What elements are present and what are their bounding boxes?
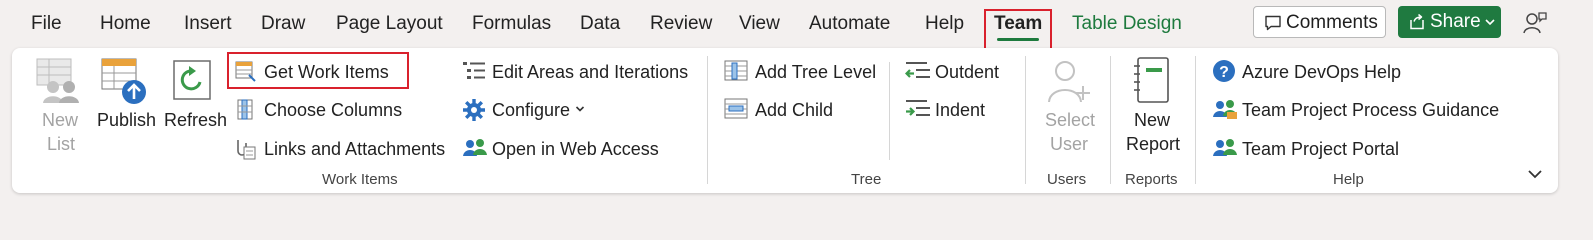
tab-file[interactable]: File (31, 12, 62, 36)
team-project-portal-label: Team Project Portal (1242, 139, 1400, 159)
choose-columns-label: Choose Columns (264, 100, 403, 120)
add-tree-level-icon (724, 60, 748, 81)
group-label-tree: Tree (851, 171, 882, 188)
outdent-icon (905, 62, 930, 78)
tab-home[interactable]: Home (100, 12, 151, 36)
tab-automate[interactable]: Automate (809, 12, 890, 36)
comments-button[interactable]: Comments (1253, 6, 1386, 38)
tab-review[interactable]: Review (650, 12, 712, 36)
tab-draw[interactable]: Draw (261, 12, 305, 36)
new-list-icon (36, 58, 79, 103)
share-button[interactable]: Share (1398, 6, 1501, 38)
new-report-label-1: New (1134, 110, 1171, 130)
add-tree-level-label: Add Tree Level (755, 62, 877, 82)
chevron-down-icon[interactable] (1485, 18, 1495, 26)
tab-help[interactable]: Help (925, 12, 964, 36)
svg-text:?: ? (1219, 64, 1229, 81)
chevron-down-icon (575, 106, 585, 112)
choose-columns-icon (237, 99, 253, 120)
get-work-items-highlight (227, 52, 409, 89)
tab-page-layout[interactable]: Page Layout (336, 12, 443, 36)
process-guidance-icon (1213, 100, 1237, 119)
group-separator (1195, 56, 1196, 184)
group-label-users: Users (1047, 171, 1087, 188)
comment-icon (1265, 15, 1281, 31)
team-portal-icon (1213, 139, 1237, 156)
add-child-label: Add Child (755, 100, 834, 120)
refresh-icon (173, 60, 211, 100)
tab-formulas[interactable]: Formulas (472, 12, 551, 36)
share-icon (1410, 13, 1424, 30)
group-label-reports: Reports (1125, 171, 1178, 188)
collapse-ribbon-icon[interactable] (1527, 168, 1543, 180)
links-attachments-label: Links and Attachments (264, 139, 446, 159)
share-label: Share (1430, 11, 1481, 32)
edit-areas-label: Edit Areas and Iterations (492, 62, 689, 82)
configure-label: Configure (492, 100, 571, 120)
tree-inner-separator (889, 62, 890, 160)
select-user-label-2: User (1050, 134, 1089, 154)
new-report-label-2: Report (1126, 134, 1181, 154)
publish-icon (101, 58, 146, 104)
edit-areas-icon (463, 62, 485, 79)
group-separator (707, 56, 708, 184)
outdent-label: Outdent (935, 62, 1000, 82)
new-list-label-2: List (47, 134, 76, 154)
tab-data[interactable]: Data (580, 12, 620, 36)
tab-insert[interactable]: Insert (184, 12, 232, 36)
links-attachments-icon (237, 140, 256, 160)
select-user-label-1: Select (1045, 110, 1096, 130)
publish-label: Publish (97, 110, 157, 130)
feedback-person-icon[interactable] (1522, 10, 1548, 36)
refresh-label: Refresh (164, 110, 228, 130)
new-report-icon (1134, 57, 1169, 103)
process-guidance-label: Team Project Process Guidance (1242, 100, 1500, 120)
select-user-icon (1048, 61, 1090, 103)
azure-devops-help-label: Azure DevOps Help (1242, 62, 1402, 82)
configure-gear-icon (463, 99, 485, 121)
help-question-icon: ? (1213, 60, 1235, 82)
tab-view[interactable]: View (739, 12, 780, 36)
group-separator (1110, 56, 1111, 184)
indent-label: Indent (935, 100, 986, 120)
group-label-work-items: Work Items (322, 171, 398, 188)
team-tab-highlight (984, 9, 1052, 51)
comments-label: Comments (1286, 12, 1378, 33)
group-separator (1025, 56, 1026, 184)
open-web-access-icon (463, 139, 487, 156)
add-child-icon (724, 98, 748, 119)
open-web-access-label: Open in Web Access (492, 139, 659, 159)
indent-icon (906, 100, 930, 116)
new-list-label-1: New (42, 110, 79, 130)
tab-table-design[interactable]: Table Design (1072, 12, 1182, 36)
group-label-help: Help (1333, 171, 1364, 188)
